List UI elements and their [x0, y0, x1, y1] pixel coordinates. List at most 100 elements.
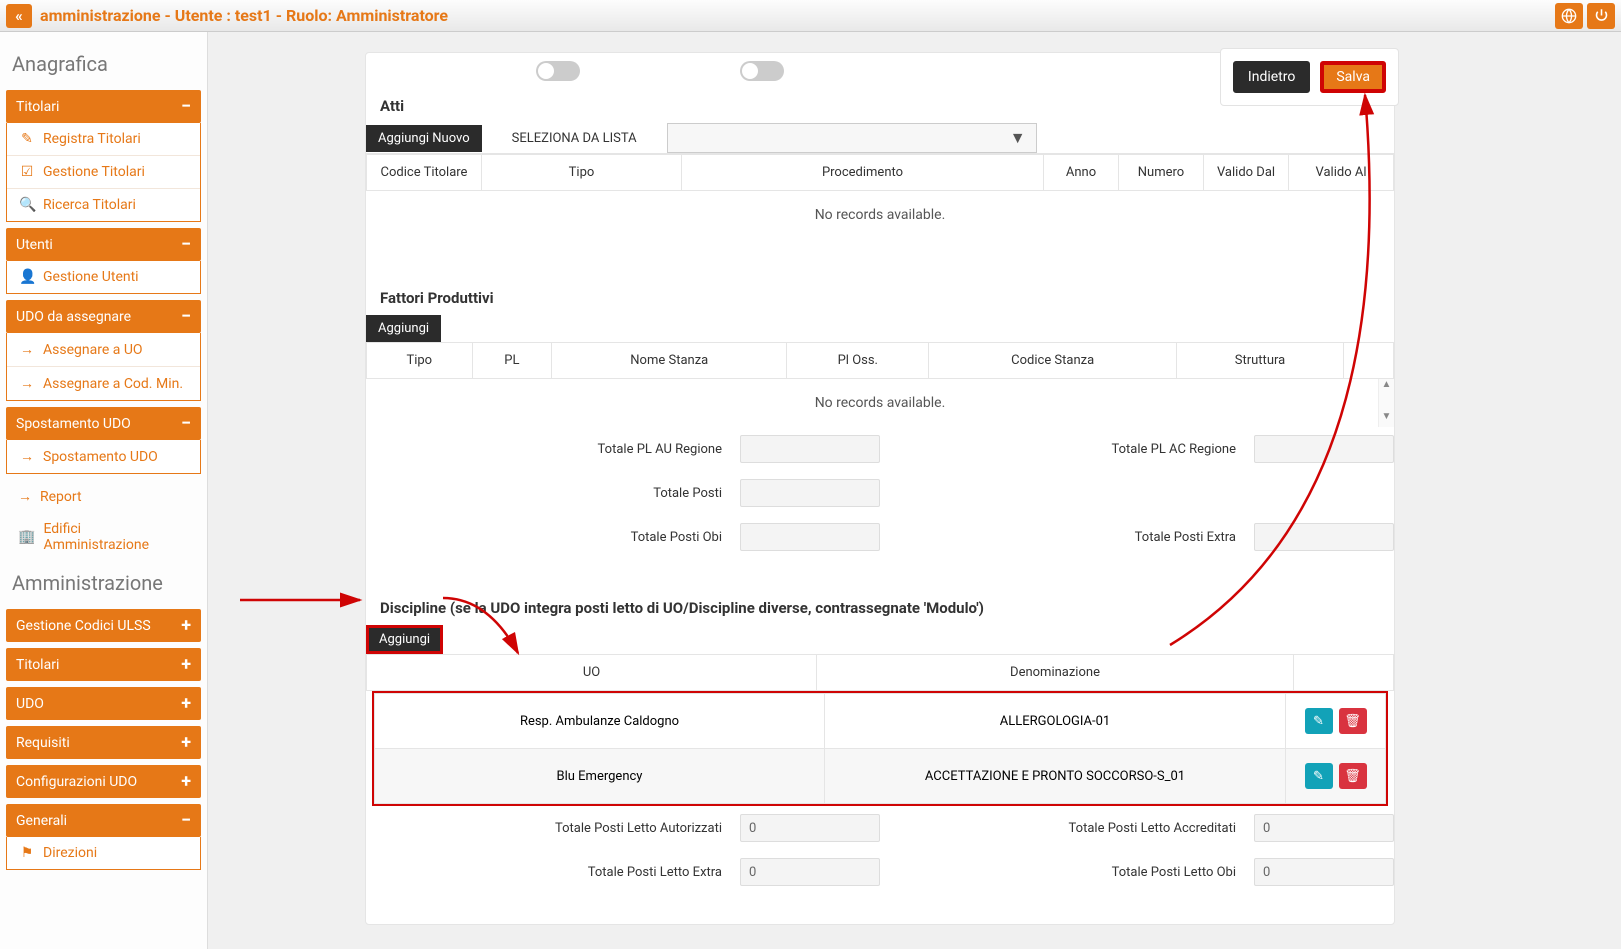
- inp-tot-au[interactable]: [740, 435, 880, 463]
- search-icon: 🔍: [19, 197, 35, 213]
- discipline-table: UO Denominazione: [366, 654, 1394, 691]
- atti-select-dropdown[interactable]: ▼: [667, 123, 1037, 153]
- accordion-titolari[interactable]: Titolari−: [6, 90, 201, 123]
- inp-pl-extra[interactable]: [740, 858, 880, 886]
- cell-den: ACCETTAZIONE E PRONTO SOCCORSO-S_01: [825, 749, 1286, 804]
- toggle-switch-1[interactable]: [536, 61, 580, 81]
- sidebar-link-edifici[interactable]: 🏢Edifici Amministrazione: [6, 513, 201, 561]
- col-nome-stanza: Nome Stanza: [552, 343, 787, 379]
- building-icon: 🏢: [18, 529, 35, 545]
- inp-tot-ac[interactable]: [1254, 435, 1394, 463]
- sidebar-item-spostamento-udo[interactable]: →Spostamento UDO: [7, 440, 200, 473]
- lbl-tot-posti: Totale Posti: [366, 486, 740, 501]
- atti-empty: No records available.: [366, 191, 1394, 239]
- inp-pl-obi[interactable]: [1254, 858, 1394, 886]
- lbl-pl-extra: Totale Posti Letto Extra: [366, 865, 740, 880]
- flag-icon: ⚑: [19, 845, 35, 861]
- col-tipo-f: Tipo: [367, 343, 473, 379]
- lbl-tot-au: Totale PL AU Regione: [366, 442, 740, 457]
- accordion-utenti[interactable]: Utenti−: [6, 228, 201, 261]
- col-anno: Anno: [1044, 155, 1119, 191]
- power-icon[interactable]: [1587, 3, 1615, 29]
- col-numero: Numero: [1119, 155, 1204, 191]
- inp-tot-posti[interactable]: [740, 479, 880, 507]
- sidebar: Anagrafica Titolari− ✎Registra Titolari …: [0, 32, 208, 949]
- chevron-down-icon: ▼: [1010, 128, 1026, 148]
- lbl-tot-ac: Totale PL AC Regione: [880, 442, 1254, 457]
- discipline-add-button[interactable]: Aggiungi: [366, 625, 443, 654]
- inp-autorizzati[interactable]: [740, 814, 880, 842]
- main-content: Indietro Salva Atti Aggiungi Nuovo SELEZ…: [215, 32, 1603, 949]
- accordion-config-udo[interactable]: Configurazioni UDO+: [6, 765, 201, 798]
- edit-row-button[interactable]: ✎: [1305, 763, 1333, 789]
- accordion-udo-assegnare[interactable]: UDO da assegnare−: [6, 300, 201, 333]
- sidebar-item-assegnare-codmin[interactable]: →Assegnare a Cod. Min.: [7, 367, 200, 400]
- arrow-right-icon: →: [19, 375, 35, 392]
- sidebar-item-assegnare-uo[interactable]: →Assegnare a UO: [7, 333, 200, 367]
- lbl-pl-obi: Totale Posti Letto Obi: [880, 865, 1254, 880]
- cell-uo: Resp. Ambulanze Caldogno: [375, 694, 825, 749]
- lbl-autorizzati: Totale Posti Letto Autorizzati: [366, 821, 740, 836]
- edit-icon: ☑: [19, 164, 35, 180]
- discipline-row: Blu Emergency ACCETTAZIONE E PRONTO SOCC…: [375, 749, 1386, 804]
- col-codice-stanza: Codice Stanza: [929, 343, 1177, 379]
- fattori-add-button[interactable]: Aggiungi: [366, 315, 441, 342]
- globe-icon[interactable]: [1555, 3, 1583, 29]
- col-codice: Codice Titolare: [367, 155, 482, 191]
- cell-uo: Blu Emergency: [375, 749, 825, 804]
- arrow-right-icon: →: [18, 488, 32, 505]
- cell-den: ALLERGOLOGIA-01: [825, 694, 1286, 749]
- col-uo: UO: [367, 655, 817, 691]
- collapse-sidebar-button[interactable]: «: [6, 4, 32, 28]
- lbl-tot-extra: Totale Posti Extra: [880, 530, 1254, 545]
- atti-select-label: SELEZIONA DA LISTA: [482, 131, 667, 146]
- sidebar-item-gestione-utenti[interactable]: 👤Gestione Utenti: [7, 261, 200, 293]
- sidebar-item-registra-titolari[interactable]: ✎Registra Titolari: [7, 123, 200, 156]
- top-bar: « amministrazione - Utente : test1 - Ruo…: [0, 0, 1621, 32]
- arrow-right-icon: →: [19, 341, 35, 358]
- col-struttura: Struttura: [1176, 343, 1343, 379]
- delete-row-button[interactable]: 🗑: [1339, 708, 1367, 734]
- fattori-table: Tipo PL Nome Stanza Pl Oss. Codice Stanz…: [366, 342, 1394, 379]
- sidebar-item-ricerca-titolari[interactable]: 🔍Ricerca Titolari: [7, 189, 200, 221]
- inp-tot-extra[interactable]: [1254, 523, 1394, 551]
- edit-row-button[interactable]: ✎: [1305, 708, 1333, 734]
- accordion-admin-titolari[interactable]: Titolari+: [6, 648, 201, 681]
- back-button[interactable]: Indietro: [1233, 61, 1310, 93]
- accordion-gestione-codici[interactable]: Gestione Codici ULSS+: [6, 609, 201, 642]
- trash-icon: 🗑: [1344, 714, 1361, 729]
- section-title-discipline: Discipline (se la UDO integra posti lett…: [366, 599, 1394, 625]
- arrow-right-icon: →: [19, 448, 35, 465]
- sidebar-item-gestione-titolari[interactable]: ☑Gestione Titolari: [7, 156, 200, 189]
- col-valido-al: Valido Al: [1289, 155, 1394, 191]
- scroll-indicator[interactable]: ▲▼: [1378, 379, 1394, 427]
- atti-table: Codice Titolare Tipo Procedimento Anno N…: [366, 154, 1394, 191]
- toggle-switch-2[interactable]: [740, 61, 784, 81]
- edit-icon: ✎: [1313, 769, 1324, 784]
- col-procedimento: Procedimento: [682, 155, 1044, 191]
- user-plus-icon: ✎: [19, 131, 35, 147]
- col-ploss: Pl Oss.: [787, 343, 929, 379]
- discipline-row: Resp. Ambulanze Caldogno ALLERGOLOGIA-01…: [375, 694, 1386, 749]
- atti-add-new-button[interactable]: Aggiungi Nuovo: [366, 125, 482, 152]
- section-title-fattori: Fattori Produttivi: [366, 289, 1394, 315]
- app-title: amministrazione - Utente : test1 - Ruolo…: [40, 6, 448, 25]
- delete-row-button[interactable]: 🗑: [1339, 763, 1367, 789]
- accordion-generali[interactable]: Generali−: [6, 804, 201, 837]
- accordion-requisiti[interactable]: Requisiti+: [6, 726, 201, 759]
- col-valido-dal: Valido Dal: [1204, 155, 1289, 191]
- col-denominazione: Denominazione: [817, 655, 1294, 691]
- edit-icon: ✎: [1313, 714, 1324, 729]
- sidebar-item-direzioni[interactable]: ⚑Direzioni: [7, 837, 200, 869]
- lbl-tot-obi: Totale Posti Obi: [366, 530, 740, 545]
- fattori-empty: No records available.: [366, 379, 1394, 427]
- inp-accreditati[interactable]: [1254, 814, 1394, 842]
- col-tipo: Tipo: [482, 155, 682, 191]
- sidebar-link-report[interactable]: →Report: [6, 480, 201, 513]
- accordion-admin-udo[interactable]: UDO+: [6, 687, 201, 720]
- inp-tot-obi[interactable]: [740, 523, 880, 551]
- save-button[interactable]: Salva: [1320, 61, 1386, 93]
- user-icon: 👤: [19, 269, 35, 285]
- accordion-spostamento-udo[interactable]: Spostamento UDO−: [6, 407, 201, 440]
- trash-icon: 🗑: [1344, 769, 1361, 784]
